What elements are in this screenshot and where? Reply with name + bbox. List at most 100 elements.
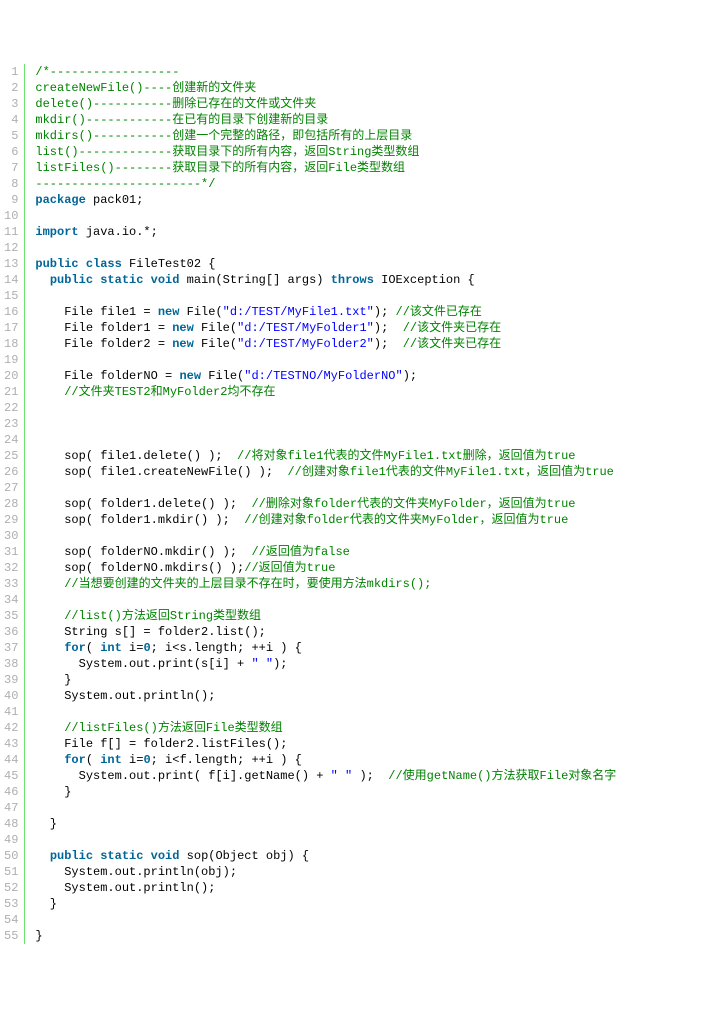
line-number: 15 — [4, 288, 18, 304]
line-number: 16 — [4, 304, 18, 320]
code-token: ); — [403, 369, 417, 383]
code-line: for( int i=0; i<f.length; ++i ) { — [35, 752, 710, 768]
line-number: 38 — [4, 656, 18, 672]
code-line: sop( folderNO.mkdir() ); //返回值为false — [35, 544, 710, 560]
code-token: import — [35, 225, 78, 239]
code-line — [35, 832, 710, 848]
code-token: //list()方法返回String类型数组 — [64, 609, 261, 623]
code-token: 0 — [143, 641, 150, 655]
line-number: 18 — [4, 336, 18, 352]
line-number: 50 — [4, 848, 18, 864]
code-line: } — [35, 896, 710, 912]
code-token: -----------------------*/ — [35, 177, 215, 191]
code-line: System.out.println(); — [35, 688, 710, 704]
code-token: " " — [331, 769, 353, 783]
code-line: list()-------------获取目录下的所有内容，返回String类型… — [35, 144, 710, 160]
line-number: 3 — [4, 96, 18, 112]
code-token: new — [158, 305, 180, 319]
line-number: 31 — [4, 544, 18, 560]
code-token: list()-------------获取目录下的所有内容，返回String类型… — [35, 145, 419, 159]
code-line — [35, 592, 710, 608]
code-token: } — [35, 897, 57, 911]
code-token: ); — [374, 321, 403, 335]
line-number: 54 — [4, 912, 18, 928]
code-token — [35, 593, 42, 607]
code-token — [143, 273, 150, 287]
code-token: mkdir()------------在已有的目录下创建新的目录 — [35, 113, 328, 127]
code-token: File folderNO = — [35, 369, 179, 383]
code-line: File folder2 = new File("d:/TEST/MyFolde… — [35, 336, 710, 352]
code-token: File( — [179, 305, 222, 319]
code-token: //将对象file1代表的文件MyFile1.txt删除，返回值为true — [237, 449, 575, 463]
code-token: ( — [86, 641, 100, 655]
code-token — [35, 849, 49, 863]
code-token: //该文件夹已存在 — [403, 337, 501, 351]
code-line: File folder1 = new File("d:/TEST/MyFolde… — [35, 320, 710, 336]
code-token: mkdirs()-----------创建一个完整的路径，即包括所有的上层目录 — [35, 129, 412, 143]
code-token: ; i<f.length; ++i ) { — [151, 753, 302, 767]
line-number: 24 — [4, 432, 18, 448]
code-token — [35, 353, 42, 367]
code-token: sop( file1.delete() ); — [35, 449, 237, 463]
code-token: i= — [122, 753, 144, 767]
code-token: main(String[] args) — [179, 273, 330, 287]
code-token: sop( file1.createNewFile() ); — [35, 465, 287, 479]
code-line: sop( folder1.delete() ); //删除对象folder代表的… — [35, 496, 710, 512]
code-token: ); — [273, 657, 287, 671]
line-number: 35 — [4, 608, 18, 624]
code-token — [35, 721, 64, 735]
code-token — [79, 257, 86, 271]
code-line: File folderNO = new File("d:/TESTNO/MyFo… — [35, 368, 710, 384]
code-token — [35, 209, 42, 223]
code-line: System.out.print(s[i] + " "); — [35, 656, 710, 672]
code-token: ( — [86, 753, 100, 767]
code-line — [35, 432, 710, 448]
code-token: //当想要创建的文件夹的上层目录不存在时，要使用方法mkdirs(); — [64, 577, 431, 591]
code-line: } — [35, 784, 710, 800]
line-number: 23 — [4, 416, 18, 432]
line-number: 55 — [4, 928, 18, 944]
code-token: "d:/TEST/MyFolder1" — [237, 321, 374, 335]
code-token: //创建对象file1代表的文件MyFile1.txt，返回值为true — [287, 465, 613, 479]
code-token — [35, 913, 42, 927]
line-number: 11 — [4, 224, 18, 240]
line-number: 25 — [4, 448, 18, 464]
line-number: 43 — [4, 736, 18, 752]
code-line — [35, 912, 710, 928]
code-line: //list()方法返回String类型数组 — [35, 608, 710, 624]
code-token: ; i<s.length; ++i ) { — [151, 641, 302, 655]
code-token — [143, 849, 150, 863]
code-line: File f[] = folder2.listFiles(); — [35, 736, 710, 752]
code-token: ); — [374, 337, 403, 351]
code-line: -----------------------*/ — [35, 176, 710, 192]
code-token: System.out.print(s[i] + — [35, 657, 251, 671]
code-token: createNewFile()----创建新的文件夹 — [35, 81, 256, 95]
code-token: File folder1 = — [35, 321, 172, 335]
code-token: //返回值为true — [244, 561, 335, 575]
line-number: 41 — [4, 704, 18, 720]
line-number: 37 — [4, 640, 18, 656]
line-number: 45 — [4, 768, 18, 784]
line-number: 27 — [4, 480, 18, 496]
code-line: delete()-----------删除已存在的文件或文件夹 — [35, 96, 710, 112]
line-number: 46 — [4, 784, 18, 800]
line-number: 28 — [4, 496, 18, 512]
code-token: //创建对象folder代表的文件夹MyFolder，返回值为true — [244, 513, 568, 527]
code-line: for( int i=0; i<s.length; ++i ) { — [35, 640, 710, 656]
code-line: System.out.println(); — [35, 880, 710, 896]
line-number: 52 — [4, 880, 18, 896]
code-token: File( — [194, 337, 237, 351]
code-token: sop( folderNO.mkdirs() ); — [35, 561, 244, 575]
line-number: 34 — [4, 592, 18, 608]
line-number: 32 — [4, 560, 18, 576]
code-line: package pack01; — [35, 192, 710, 208]
line-number: 39 — [4, 672, 18, 688]
code-token — [35, 705, 42, 719]
code-token — [35, 481, 42, 495]
code-line — [35, 704, 710, 720]
code-token — [35, 417, 42, 431]
code-line: /*------------------ — [35, 64, 710, 80]
code-token: File file1 = — [35, 305, 157, 319]
code-token — [35, 273, 49, 287]
code-token — [35, 641, 64, 655]
